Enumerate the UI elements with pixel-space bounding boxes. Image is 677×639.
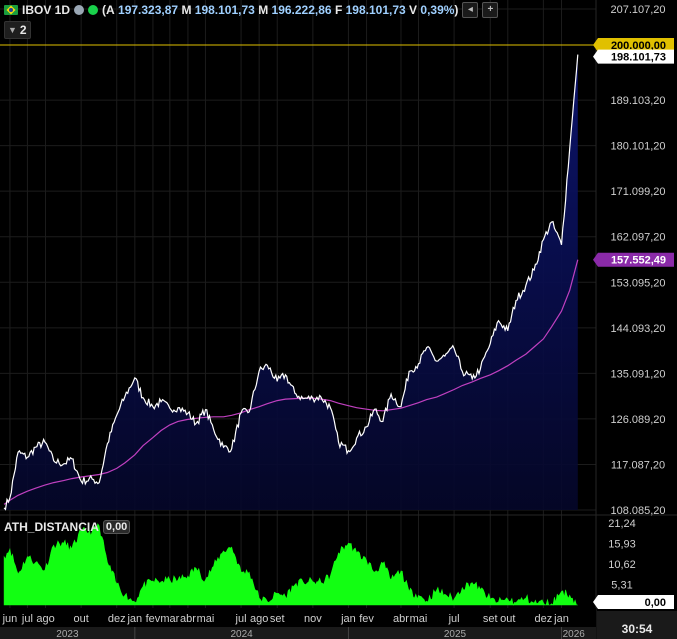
ma-tag: 157.552,49 (593, 252, 674, 267)
month-label: jul (235, 613, 247, 625)
year-label: 2026 (563, 629, 586, 639)
indicator-count: 2 (19, 23, 27, 37)
month-label: fev (146, 613, 161, 625)
price-tick-label: 117.087,20 (611, 459, 665, 471)
clock-time: 30:54 (622, 622, 653, 636)
price-tick-label: 189.103,20 (610, 95, 665, 107)
price-tick-label: 144.093,20 (610, 323, 665, 335)
month-label: abr (393, 613, 409, 625)
year-band (0, 627, 596, 639)
chart-header: IBOV 1D (A 197.323,87 M 198.101,73 M 196… (4, 1, 499, 19)
indicator-name: ATH_DISTANCIA (4, 520, 99, 534)
price-tick-label: 162.097,20 (610, 232, 665, 244)
indicator-tick-label: 10,62 (608, 559, 636, 571)
month-label: mai (410, 613, 428, 625)
month-label: dez (535, 613, 553, 625)
month-label: fev (359, 613, 374, 625)
month-label: jun (2, 613, 18, 625)
price-tick-label: 108.085,20 (610, 505, 665, 517)
month-label: out (73, 613, 88, 625)
last-price-tag-text: 198.101,73 (611, 52, 666, 64)
month-label: jan (553, 613, 569, 625)
price-tick-label: 153.095,20 (610, 277, 665, 289)
market-open-icon (88, 5, 99, 15)
month-label: jan (126, 613, 142, 625)
price-tick-label: 126.089,20 (610, 414, 665, 426)
price-chart[interactable]: 207.107,20 189.103,20 180.101,20 171.099,20… (0, 0, 677, 639)
ma-tag-text: 157.552,49 (611, 255, 666, 267)
month-label: set (483, 613, 498, 625)
indicator-collapse-button[interactable]: ▼ 2 (4, 21, 31, 39)
add-indicator-icon[interactable]: + (482, 2, 499, 18)
month-label: jul (448, 613, 460, 625)
indicator-axis[interactable]: 21,24 15,93 10,62 5,31 (608, 518, 636, 592)
ohlc-readout: (A 197.323,87 M 198.101,73 M 196.222,86 … (102, 3, 459, 17)
month-label: mar (160, 613, 179, 625)
price-tick-label: 207.107,20 (610, 4, 665, 16)
month-label: abr (180, 613, 196, 625)
month-label: nov (304, 613, 322, 625)
month-label: set (270, 613, 285, 625)
indicator-area-path (3, 523, 578, 606)
price-tick-label: 171.099,20 (610, 186, 665, 198)
year-label: 2023 (56, 629, 79, 639)
price-tick-label: 135.091,20 (610, 368, 665, 380)
indicator-tick-label: 15,93 (608, 539, 636, 551)
month-label: ago (36, 613, 54, 625)
month-label: jan (340, 613, 356, 625)
indicator-tag: 0,00 (593, 595, 674, 609)
grid-lines (0, 0, 596, 608)
market-info-icon[interactable] (74, 5, 85, 15)
year-label: 2024 (231, 629, 254, 639)
indicator-tick-label: 5,31 (611, 580, 632, 592)
indicator-tick-label: 21,24 (608, 518, 636, 530)
price-tick-label: 180.101,20 (610, 141, 665, 153)
last-price-tag: 198.101,73 (593, 49, 674, 64)
indicator-legend[interactable]: ATH_DISTANCIA 0,00 (4, 520, 131, 534)
symbol-label[interactable]: IBOV 1D (22, 3, 70, 17)
month-label: mai (197, 613, 215, 625)
indicator-tag-text: 0,00 (645, 597, 666, 609)
chevron-down-icon: ▼ (8, 25, 17, 35)
month-label: dez (108, 613, 126, 625)
brazil-flag-icon (4, 5, 18, 15)
month-label: jul (21, 613, 33, 625)
year-label: 2025 (444, 629, 467, 639)
indicator-value: 0,00 (102, 520, 131, 534)
settings-icon[interactable]: ◂ (462, 2, 479, 18)
indicator-area (3, 523, 578, 606)
month-label: out (500, 613, 515, 625)
month-label: ago (250, 613, 268, 625)
